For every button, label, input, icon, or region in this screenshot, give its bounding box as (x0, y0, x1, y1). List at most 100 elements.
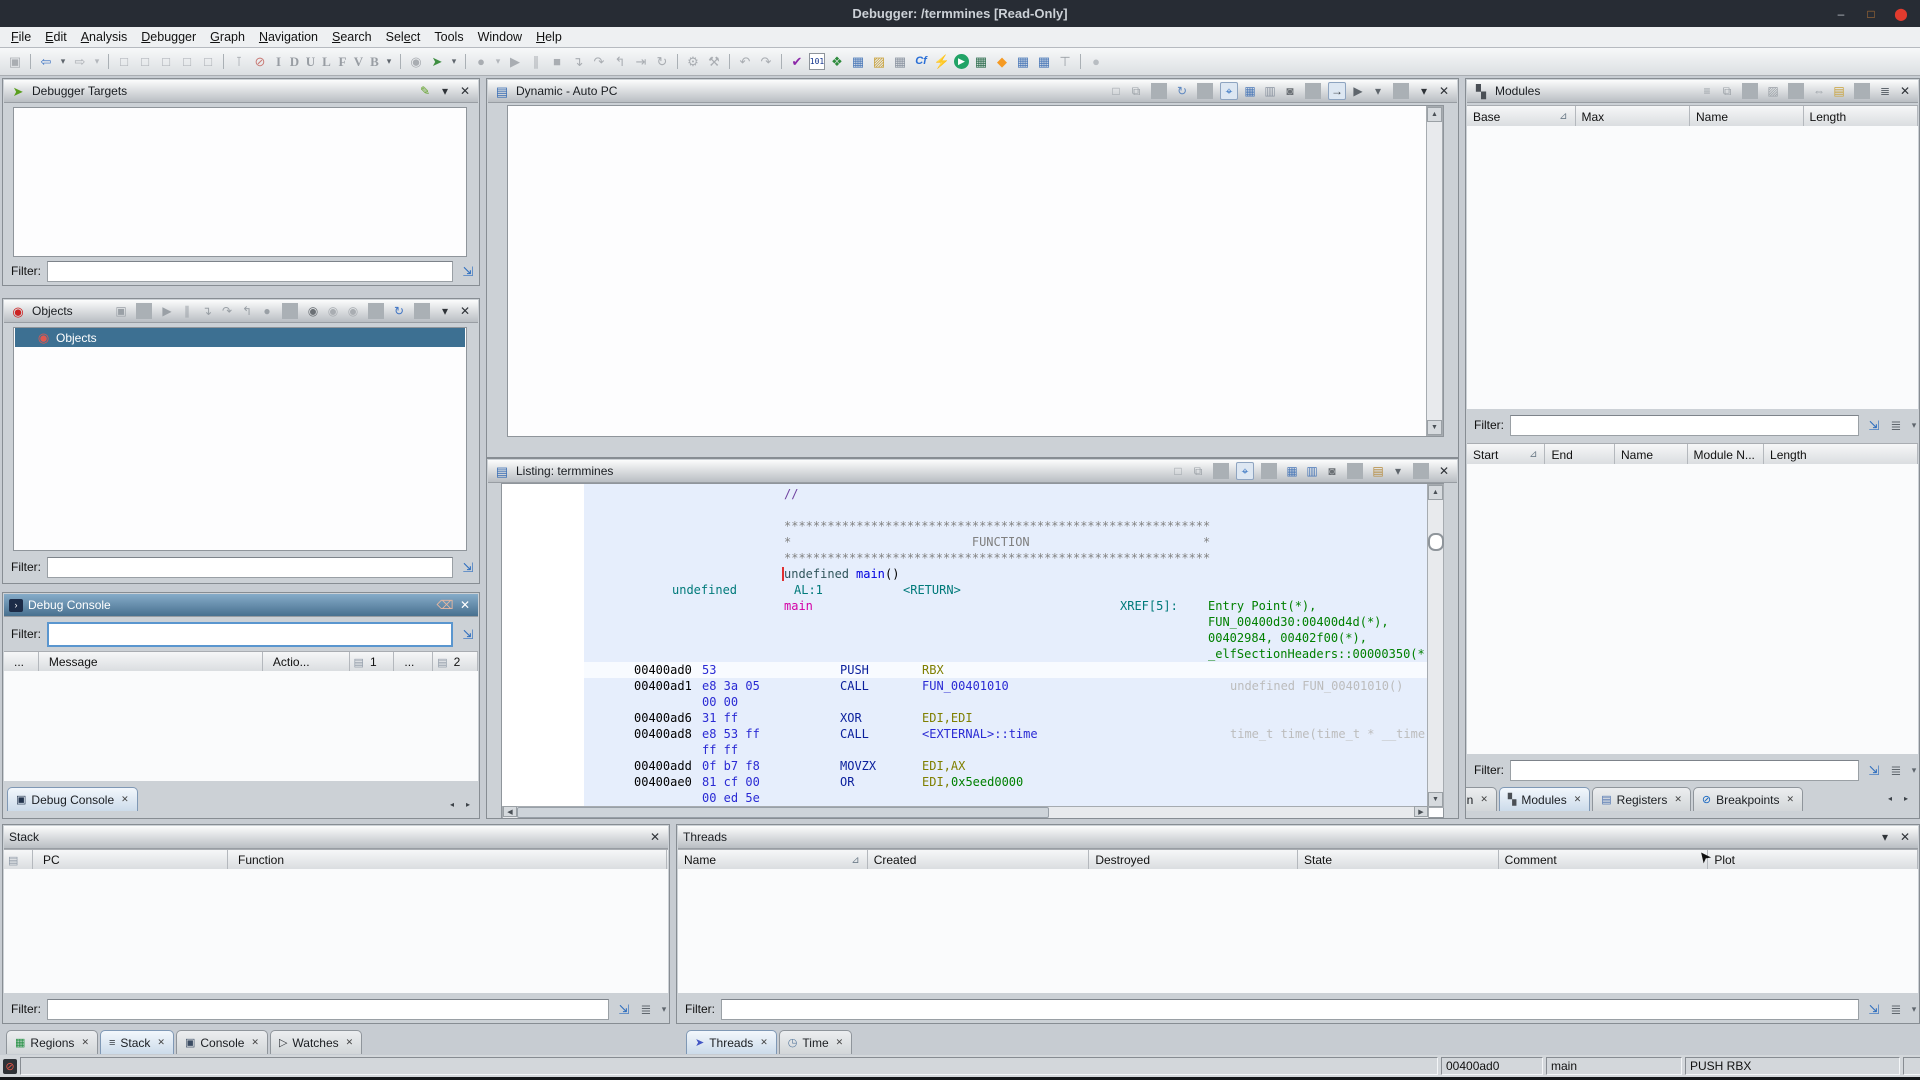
listing-vscrollbar[interactable]: ▲ ▼ (1427, 484, 1444, 808)
close-icon[interactable]: ✕ (457, 303, 473, 319)
clear-console-icon[interactable]: ⌫ (437, 597, 453, 613)
menu-select[interactable]: Select (379, 30, 428, 44)
program-action-icon-4[interactable]: □ (178, 53, 196, 71)
scroll-down-icon[interactable]: ▼ (1428, 792, 1443, 807)
memory-grid-icon[interactable]: ▦ (972, 53, 990, 71)
tab-close-icon[interactable]: ✕ (249, 1037, 259, 1048)
map-module-icon[interactable]: ▨ (1765, 83, 1781, 99)
listing-content[interactable]: //**************************************… (502, 484, 1427, 806)
sections-table-body[interactable] (1467, 464, 1918, 754)
threads-filter-input[interactable] (721, 999, 1859, 1020)
snapshot-icon[interactable]: ◙ (1282, 83, 1298, 99)
debugger-targets-header[interactable]: ➤ Debugger Targets ✎▾✕ (4, 80, 478, 103)
menu-tools[interactable]: Tools (427, 30, 470, 44)
debugger-targets-body[interactable] (13, 107, 467, 257)
clone-icon[interactable]: □ (1170, 463, 1186, 479)
modules-header[interactable]: ▚ Modules ≡⧉▨⇔▤≣✕ (1467, 80, 1918, 103)
tab-scroll-right-icon[interactable]: ▸ (461, 797, 475, 811)
filter-caret-icon[interactable]: ▾ (659, 1000, 669, 1018)
minimize-button[interactable]: – (1832, 5, 1850, 23)
snapshot-icon[interactable]: ◙ (1324, 463, 1340, 479)
goto-icon[interactable]: → (1328, 82, 1346, 100)
debug-console-header[interactable]: › Debug Console ⌫✕ (4, 594, 478, 617)
threads-table-body[interactable] (678, 869, 1918, 993)
modules-filter-input[interactable] (1510, 415, 1859, 436)
listing-header[interactable]: ▤ Listing: termmines □⧉⌖▦▥◙▤▾✕ (488, 460, 1457, 483)
targets-filter-input[interactable] (47, 261, 453, 282)
tab-close-icon[interactable]: ✕ (79, 1037, 89, 1048)
console-table-body[interactable] (4, 671, 478, 781)
scroll-right-icon[interactable]: ▶ (1414, 806, 1428, 817)
tab-debug-console[interactable]: ▣ Debug Console ✕ (7, 787, 138, 811)
clone-icon[interactable]: □ (1108, 83, 1124, 99)
track-pc-icon[interactable]: ⌖ (1220, 82, 1238, 100)
filter-options-icon[interactable]: ⇲ (1865, 761, 1883, 779)
export-icon[interactable]: ❖ (828, 53, 846, 71)
step-menu-icon[interactable]: ▶ (1350, 83, 1366, 99)
program-action-icon-3[interactable]: □ (157, 53, 175, 71)
column-settings-icon[interactable]: ≣ (1887, 761, 1905, 779)
menu-edit[interactable]: Edit (38, 30, 74, 44)
kill-bug-icon[interactable]: ◉ (345, 303, 361, 319)
stamp-icon[interactable]: ⊤ (1056, 53, 1074, 71)
objects-body[interactable]: ◉ Objects (13, 327, 467, 551)
tab-breakpoints[interactable]: ⊘ Breakpoints ✕ (1693, 787, 1803, 811)
interrupt-icon[interactable]: ∥ (527, 53, 545, 71)
nav-undefined-icon[interactable]: U (304, 53, 317, 71)
save-icon[interactable]: ▣ (6, 53, 24, 71)
launch-bug-icon[interactable]: ◉ (325, 303, 341, 319)
diamond-icon[interactable]: ◆ (993, 53, 1011, 71)
program-action-icon-1[interactable]: □ (115, 53, 133, 71)
tab-close-icon[interactable]: ✕ (758, 1037, 768, 1048)
table-view-icon[interactable]: ▦ (849, 53, 867, 71)
column-settings-icon[interactable]: ≣ (637, 1000, 655, 1018)
close-icon[interactable]: ✕ (647, 829, 663, 845)
tab-threads[interactable]: ➤ Threads ✕ (686, 1030, 777, 1054)
nav-variables-icon[interactable]: V (352, 53, 365, 71)
scroll-down-icon[interactable]: ▼ (1427, 420, 1442, 435)
compare-icon[interactable]: ▥ (1262, 83, 1278, 99)
connection-status-icon[interactable]: ● (1087, 53, 1105, 71)
close-icon[interactable]: ✕ (1436, 83, 1452, 99)
record-caret-icon[interactable]: ▾ (493, 53, 503, 71)
close-icon[interactable]: ✕ (1436, 463, 1452, 479)
objects-header[interactable]: ◉ Objects ▣▶∥↴↷↰●◉◉◉↻▾✕ (4, 300, 478, 323)
column-settings-icon[interactable]: ≣ (1887, 416, 1905, 434)
step-into-icon[interactable]: ↴ (199, 303, 215, 319)
tab-console[interactable]: ▣ Console ✕ (176, 1030, 268, 1054)
close-icon[interactable]: ✕ (1897, 829, 1913, 845)
panel-menu-caret-icon[interactable]: ▾ (437, 303, 453, 319)
record-icon[interactable]: ● (259, 303, 275, 319)
tab-stack[interactable]: ≡ Stack ✕ (100, 1030, 174, 1054)
menu-navigation[interactable]: Navigation (252, 30, 325, 44)
dynamic-header[interactable]: ▤ Dynamic - Auto PC □⧉↻⌖▦▥◙→▶▾▾✕ (488, 80, 1457, 103)
edit-listing-icon[interactable]: ▦ (1284, 463, 1300, 479)
tab-registers[interactable]: ▤ Registers ✕ (1592, 787, 1691, 811)
tab-close-icon[interactable]: ✕ (1672, 794, 1682, 805)
step-over-icon[interactable]: ↷ (219, 303, 235, 319)
refresh-icon[interactable]: ↻ (391, 303, 407, 319)
objects-tree-root[interactable]: ◉ Objects (15, 328, 465, 347)
attach-bug-icon[interactable]: ◉ (305, 303, 321, 319)
stack-filter-input[interactable] (47, 999, 609, 1020)
step-into-icon[interactable]: ↴ (569, 53, 587, 71)
threads-header[interactable]: Threads ▾✕ (678, 826, 1918, 849)
tab-close-icon[interactable]: ✕ (834, 1037, 844, 1048)
tab-scroll-right-icon[interactable]: ▸ (1899, 791, 1913, 805)
close-button[interactable]: ⬤ (1892, 5, 1910, 23)
objects-filter-input[interactable] (47, 557, 453, 578)
step-out-icon[interactable]: ↰ (239, 303, 255, 319)
nav-bookmarks-icon[interactable]: B (368, 53, 381, 71)
tab-close-icon[interactable]: ✕ (155, 1037, 165, 1048)
close-icon[interactable]: ✕ (457, 83, 473, 99)
dynamic-body[interactable]: ▲ ▼ (507, 105, 1444, 437)
menu-graph[interactable]: Graph (203, 30, 252, 44)
pin-icon[interactable]: ⊺ (230, 53, 248, 71)
back-caret-icon[interactable]: ▾ (58, 53, 68, 71)
filter-options-icon[interactable]: ⇲ (459, 262, 477, 280)
tab-close-icon[interactable]: ✕ (119, 794, 129, 805)
plug-icon[interactable]: ⚡ (933, 53, 951, 71)
program-action-icon-5[interactable]: □ (199, 53, 217, 71)
scroll-up-icon[interactable]: ▲ (1427, 107, 1442, 122)
column-settings-icon[interactable]: ≣ (1887, 1000, 1905, 1018)
